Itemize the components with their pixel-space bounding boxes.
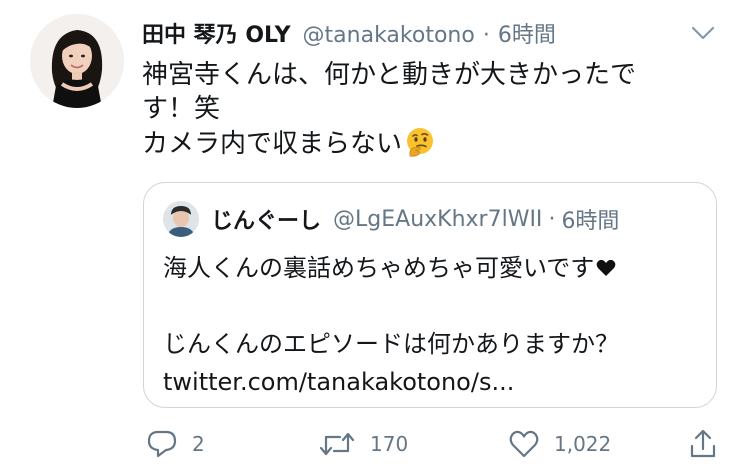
black-heart-emoji	[596, 250, 616, 276]
tweet-card[interactable]: 田中 琴乃 OLY @tanakakotono · 6時間 神宮寺くんは、何かと…	[0, 0, 750, 472]
tweet-text: 神宮寺くんは、何かと動きが大きかったで す！笑 カメラ内で収まらない	[142, 58, 702, 161]
tweet-text-line-with-emoji: カメラ内で収まらない	[142, 126, 702, 161]
retweet-icon	[318, 429, 356, 459]
thinking-face-emoji	[404, 126, 436, 158]
quoted-timestamp[interactable]: 6時間	[561, 203, 619, 235]
avatar[interactable]	[30, 14, 124, 108]
quoted-text-line: 海人くんの裏話めちゃめちゃ可愛いです	[163, 254, 595, 282]
chevron-down-icon[interactable]	[690, 24, 716, 42]
quoted-text-blank-line	[163, 287, 703, 325]
quoted-tweet-header: じんぐーし @LgEAuxKhxr7lWII · 6時間	[163, 201, 619, 237]
tweet-header: 田中 琴乃 OLY @tanakakotono · 6時間	[142, 16, 702, 56]
quoted-user-handle[interactable]: @LgEAuxKhxr7lWII	[333, 207, 542, 232]
reply-button[interactable]: 2	[146, 426, 205, 462]
tweet-text-line: 神宮寺くんは、何かと動きが大きかったで	[142, 60, 637, 90]
reply-icon	[146, 429, 178, 459]
timestamp[interactable]: 6時間	[498, 21, 556, 51]
retweet-button[interactable]: 170	[318, 426, 408, 462]
quoted-display-name[interactable]: じんぐーし	[211, 203, 321, 235]
reply-count: 2	[192, 432, 205, 456]
display-name[interactable]: 田中 琴乃 OLY	[142, 21, 291, 51]
quoted-text-line-with-emoji: 海人くんの裏話めちゃめちゃ可愛いです	[163, 249, 703, 287]
retweet-count: 170	[370, 432, 409, 456]
separator-dot: ·	[482, 23, 490, 48]
quoted-tweet-text: 海人くんの裏話めちゃめちゃ可愛いです じんくんのエピソードは何かありますか？ t…	[163, 249, 703, 401]
separator-dot: ·	[548, 206, 556, 232]
quoted-tweet[interactable]: じんぐーし @LgEAuxKhxr7lWII · 6時間 海人くんの裏話めちゃめ…	[143, 182, 717, 408]
user-handle[interactable]: @tanakakotono	[303, 21, 475, 51]
share-icon	[688, 428, 718, 460]
tweet-text-line: す！笑	[142, 94, 221, 124]
like-count: 1,022	[554, 432, 612, 456]
share-button[interactable]	[688, 426, 718, 462]
like-button[interactable]: 1,022	[508, 426, 611, 462]
tweet-actions: 2 170 1,022	[142, 426, 722, 462]
tweet-text-line: カメラ内で収まらない	[142, 129, 403, 159]
quoted-text-line: じんくんのエピソードは何かありますか？	[163, 330, 619, 358]
quoted-avatar	[163, 201, 199, 237]
heart-icon	[508, 429, 540, 459]
quoted-link[interactable]: twitter.com/tanakakotono/s...	[163, 363, 703, 401]
